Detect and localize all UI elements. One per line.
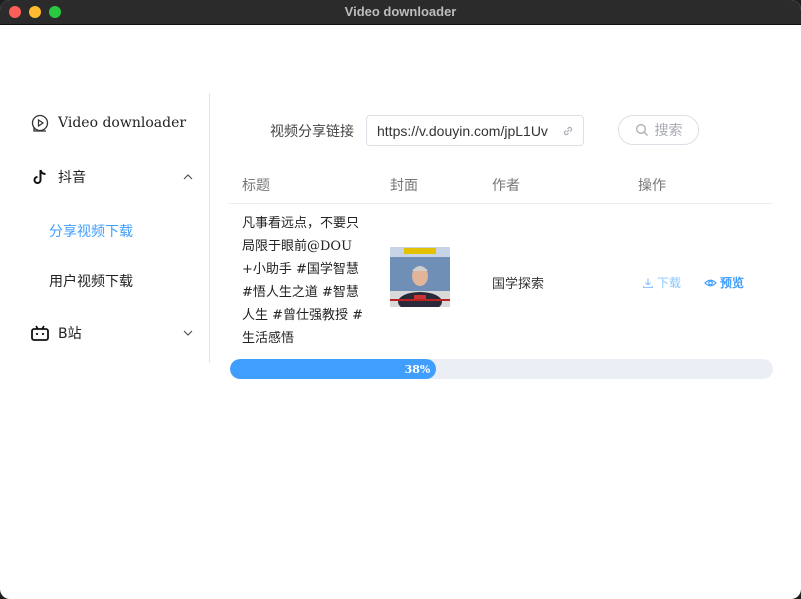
column-header-cover: 封面 [390,178,418,194]
title-bar: Video downloader [0,0,801,25]
sidebar-item-user-video-download[interactable]: 用户视频下载 [49,271,133,291]
video-author: 国学探索 [492,277,545,292]
tiktok-icon [30,167,50,187]
preview-button-label: 预览 [720,276,745,290]
column-header-title: 标题 [242,178,270,194]
share-link-value[interactable]: https://v.douyin.com/jpL1Uv [377,123,557,139]
bilibili-icon [30,323,50,343]
download-progress-text: 38% [404,362,431,376]
column-header-actions: 操作 [638,178,666,194]
share-link-input[interactable]: https://v.douyin.com/jpL1Uv [366,115,584,146]
search-icon [635,124,648,136]
search-button-label: 搜索 [654,123,683,139]
chevron-up-icon [183,174,193,180]
sidebar-item-share-video-download[interactable]: 分享视频下载 [49,221,133,241]
download-progress-bar: 38% [230,359,773,379]
video-app-icon [31,114,49,132]
app-window: Video downloader Video downloader 抖音 分享视… [0,0,801,599]
brand-label: Video downloader [58,115,187,131]
table-header-divider [229,203,773,204]
eye-icon [704,279,717,286]
chevron-down-icon [183,330,193,336]
download-button[interactable]: 下载 [642,274,681,291]
video-cover-image [390,247,450,307]
search-button[interactable]: 搜索 [618,115,699,145]
menu-bilibili-label: B站 [58,326,82,342]
menu-douyin[interactable]: 抖音 [30,164,194,190]
download-icon [642,278,654,288]
link-icon [563,126,573,135]
download-button-label: 下载 [657,276,682,290]
column-header-author: 作者 [492,178,520,194]
window-title: Video downloader [344,4,457,19]
menu-bilibili[interactable]: B站 [30,320,194,346]
preview-button[interactable]: 预览 [704,274,744,291]
brand: Video downloader [30,111,186,135]
menu-douyin-label: 抖音 [58,170,86,186]
sidebar-divider [209,93,210,363]
video-title: 凡事看远点，不要只局限于眼前@DOU+小助手 #国学智慧 #悟人生之道 #智慧人… [242,216,364,346]
download-progress-fill: 38% [230,359,437,379]
share-link-label: 视频分享链接 [270,124,354,140]
